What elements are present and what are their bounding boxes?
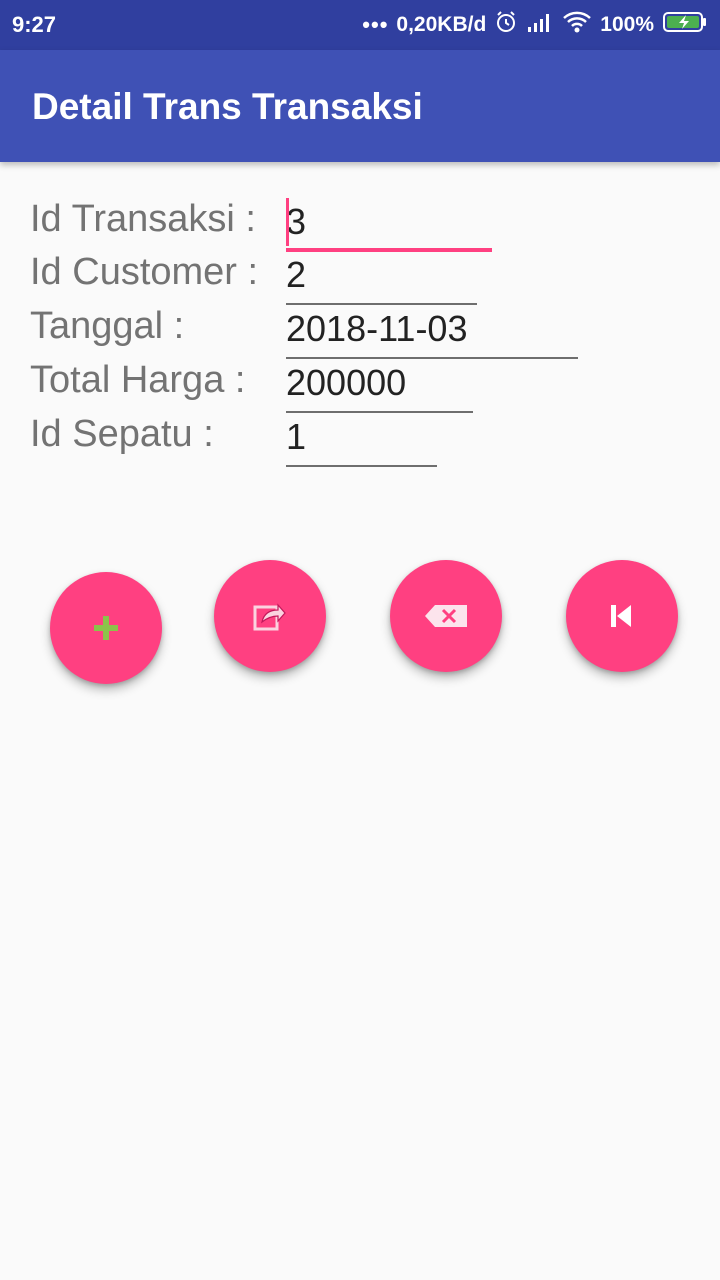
id-customer-value: 2 — [286, 254, 307, 295]
skip-previous-icon — [609, 602, 635, 630]
id-sepatu-label: Id Sepatu : — [30, 413, 214, 455]
alarm-icon — [494, 10, 518, 40]
add-icon — [91, 613, 121, 643]
back-button[interactable] — [566, 560, 678, 672]
status-bar: 9:27 ••• 0,20KB/d 100% — [0, 0, 720, 50]
notification-dots: ••• — [362, 12, 389, 37]
id-sepatu-value: 1 — [286, 416, 307, 457]
delete-button[interactable] — [390, 560, 502, 672]
edit-button[interactable] — [214, 560, 326, 672]
id-transaksi-value: 3 — [286, 201, 307, 242]
id-sepatu-field[interactable]: 1 — [286, 413, 437, 467]
form-row-id-transaksi: Id Transaksi : 3 — [0, 198, 720, 252]
tanggal-field[interactable]: 2018-11-03 — [286, 305, 578, 359]
total-harga-field[interactable]: 200000 — [286, 359, 473, 413]
network-speed: 0,20KB/d — [396, 13, 487, 36]
backspace-delete-icon — [423, 603, 469, 629]
app-bar: Detail Trans Transaksi — [0, 50, 720, 162]
wifi-icon — [562, 10, 592, 40]
battery-percent: 100% — [600, 13, 654, 36]
id-transaksi-field[interactable]: 3 — [286, 198, 492, 252]
signal-icon — [526, 11, 554, 39]
tanggal-value: 2018-11-03 — [286, 308, 468, 349]
edit-icon — [252, 599, 288, 633]
id-customer-label: Id Customer : — [30, 251, 259, 293]
form-row-tanggal: Tanggal : 2018-11-03 — [0, 305, 720, 359]
status-time: 9:27 — [12, 12, 57, 37]
form-row-total-harga: Total Harga : 200000 — [0, 359, 720, 413]
page-title: Detail Trans Transaksi — [32, 86, 423, 127]
status-icons: ••• 0,20KB/d 100% — [362, 10, 708, 40]
tanggal-label: Tanggal : — [30, 305, 185, 347]
total-harga-label: Total Harga : — [30, 359, 246, 401]
form-row-id-customer: Id Customer : 2 — [0, 251, 720, 305]
form-row-id-sepatu: Id Sepatu : 1 — [0, 413, 720, 467]
total-harga-value: 200000 — [286, 362, 407, 403]
id-customer-field[interactable]: 2 — [286, 251, 477, 305]
text-cursor — [286, 198, 289, 246]
battery-charging-icon — [662, 10, 708, 40]
id-transaksi-label: Id Transaksi : — [30, 198, 256, 240]
add-button[interactable] — [50, 572, 162, 684]
